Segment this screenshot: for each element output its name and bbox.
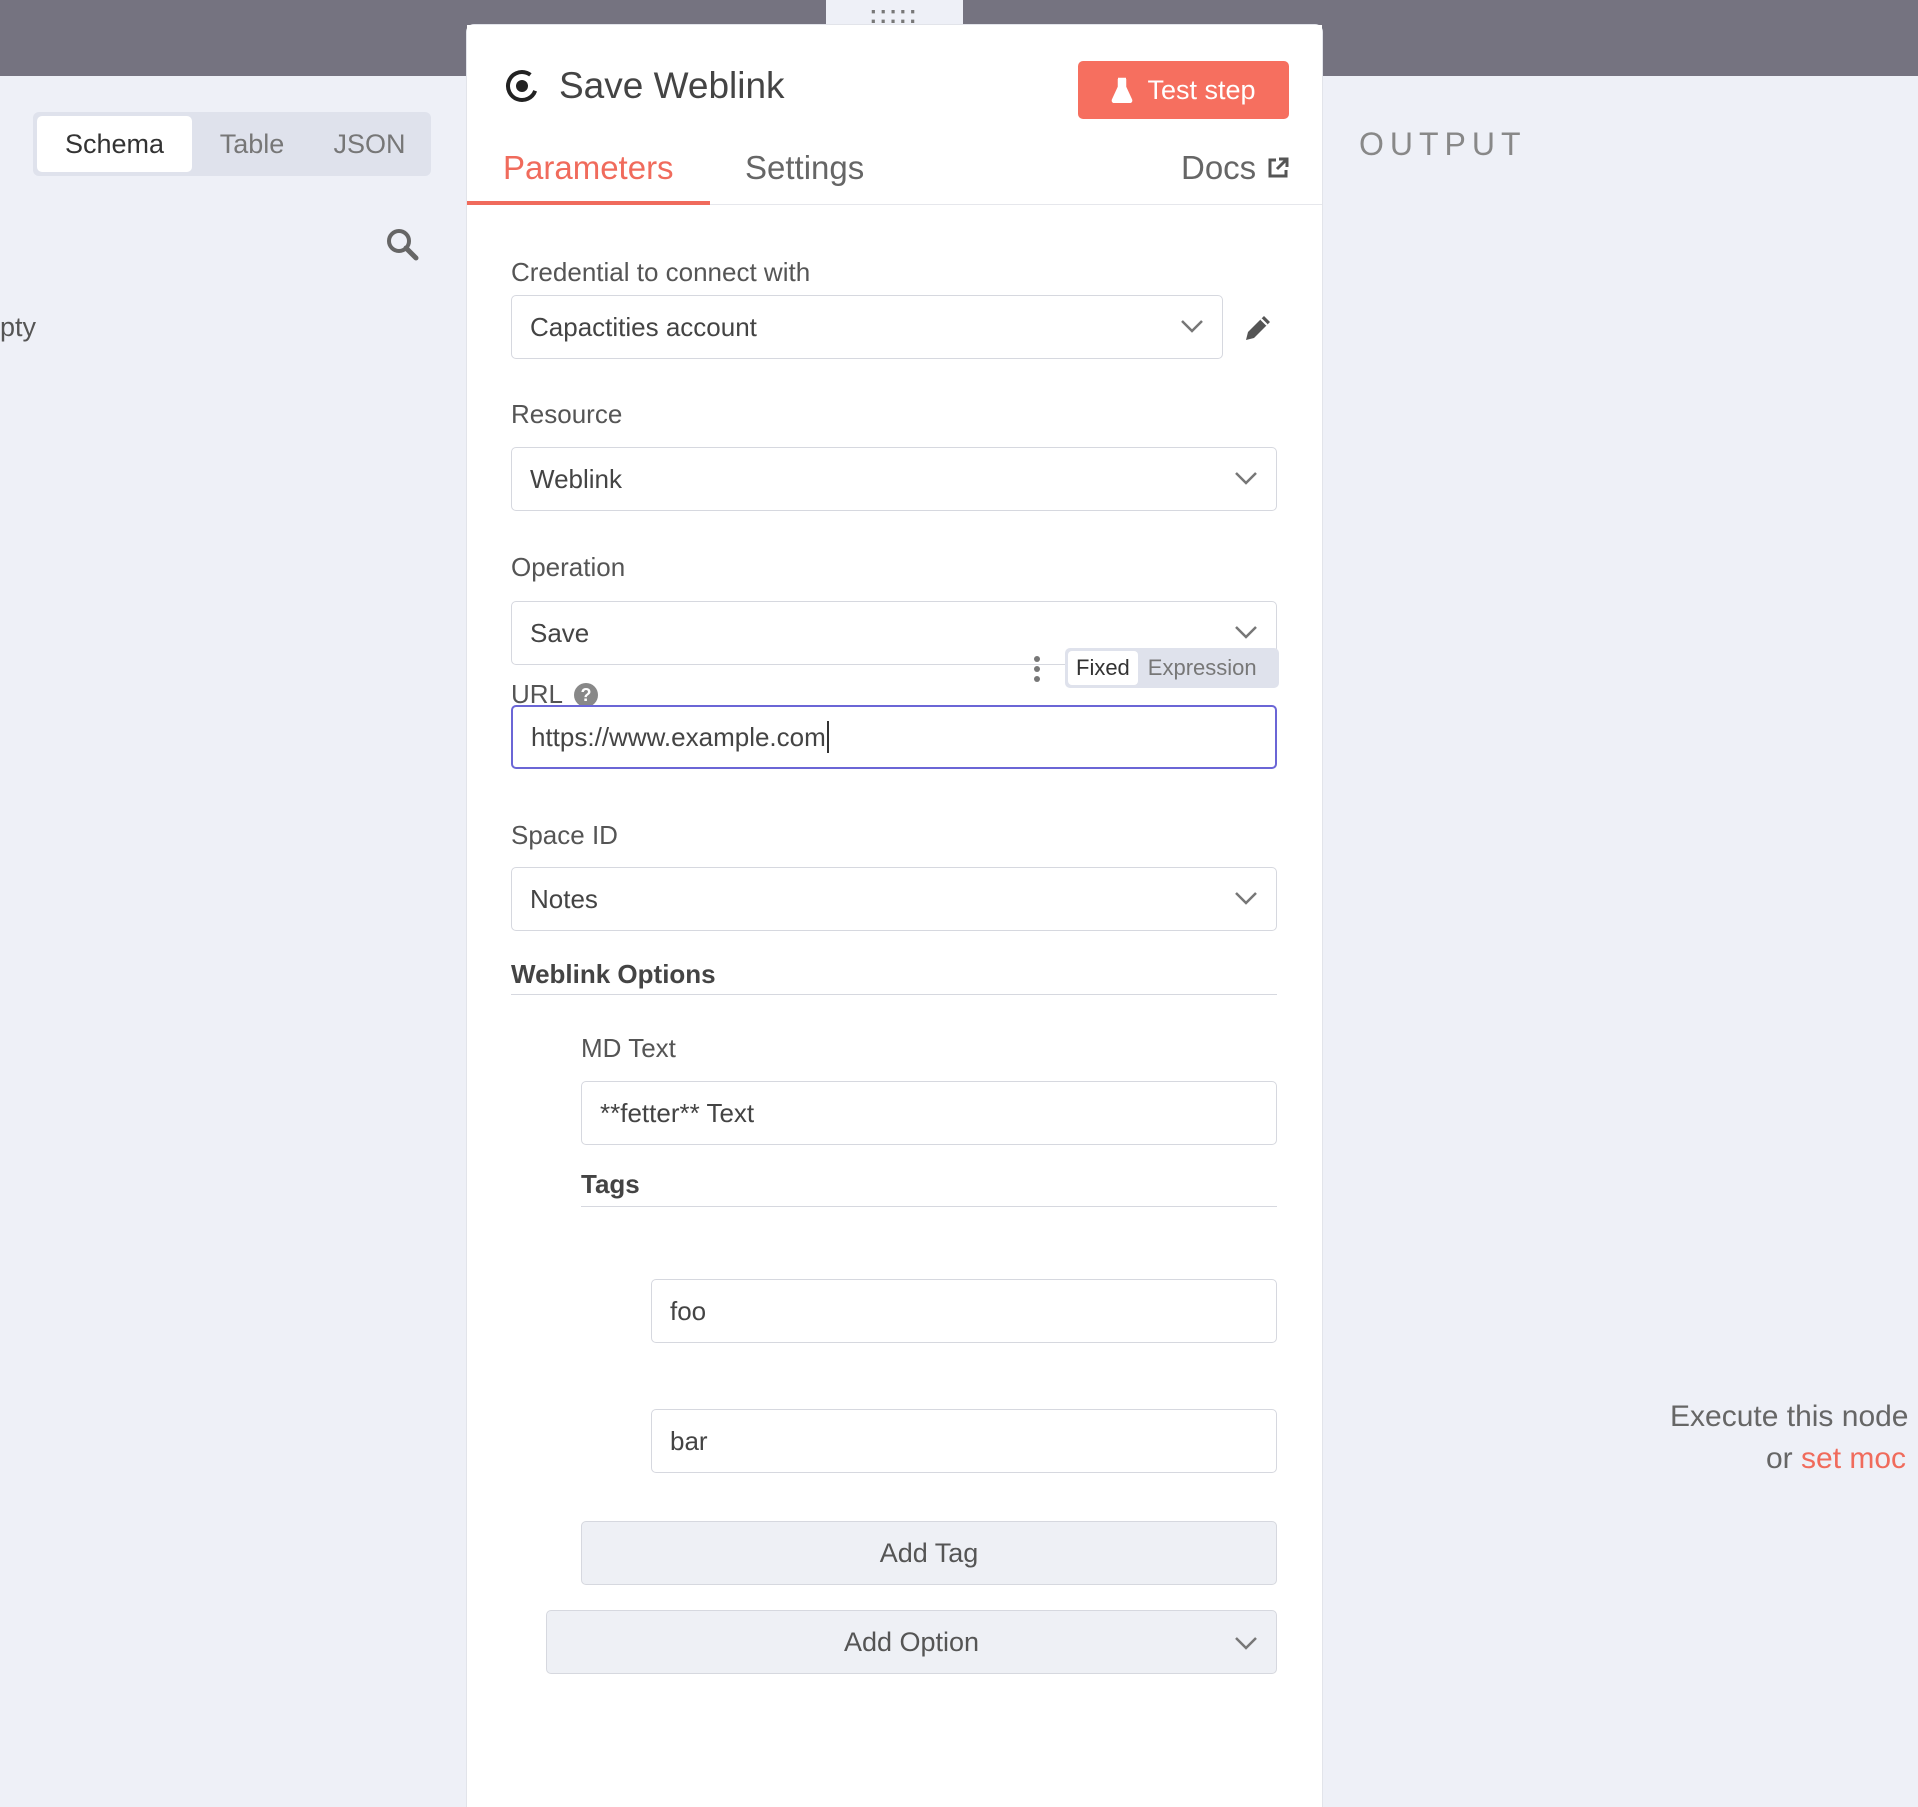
execute-hint: Execute this node or set moc [1670, 1396, 1909, 1480]
md-text-label: MD Text [581, 1033, 676, 1063]
tag-value: foo [670, 1295, 707, 1326]
md-text-input[interactable]: **fetter** Text [581, 1081, 1277, 1145]
grip-icon: ⁚⁚⁚⁚⁚ [869, 7, 920, 27]
tags-title: Tags [581, 1169, 640, 1199]
space-id-select[interactable]: Notes [511, 867, 1277, 931]
space-id-label: Space ID [511, 820, 618, 850]
resource-value: Weblink [530, 463, 623, 494]
weblink-options-title: Weblink Options [511, 959, 716, 989]
search-icon[interactable] [384, 226, 420, 262]
md-text-value: **fetter** Text [600, 1097, 755, 1128]
output-title: OUTPUT [1359, 126, 1527, 162]
chevron-down-icon [1235, 1637, 1257, 1650]
tag-input[interactable]: foo [651, 1279, 1277, 1343]
execute-hint-line1: Execute this node [1670, 1400, 1909, 1433]
docs-link[interactable]: Docs [1181, 149, 1290, 187]
test-step-label: Test step [1147, 74, 1256, 105]
execute-hint-prefix: or [1766, 1442, 1802, 1475]
capacities-logo-icon [506, 70, 538, 102]
chevron-down-icon [1235, 626, 1257, 639]
node-title: Save Weblink [559, 65, 785, 106]
value-mode-toggle: Fixed Expression [1065, 648, 1279, 688]
credential-select[interactable]: Capactities account [511, 295, 1223, 359]
flask-icon [1112, 77, 1133, 103]
more-options-icon[interactable] [1032, 655, 1042, 683]
chevron-down-icon [1181, 320, 1203, 333]
mode-fixed[interactable]: Fixed [1068, 651, 1138, 685]
panel-header: Save Weblink Test step Parameters Settin… [467, 25, 1322, 205]
tag-input[interactable]: bar [651, 1409, 1277, 1473]
tags-divider [581, 1206, 1277, 1207]
test-step-button[interactable]: Test step [1078, 61, 1289, 119]
tab-json[interactable]: JSON [312, 116, 427, 172]
mode-expression[interactable]: Expression [1138, 651, 1267, 685]
tab-table[interactable]: Table [192, 116, 312, 172]
resource-label: Resource [511, 399, 623, 429]
docs-label: Docs [1181, 149, 1257, 186]
chevron-down-icon [1235, 892, 1257, 905]
add-option-button[interactable]: Add Option [546, 1610, 1277, 1674]
add-tag-button[interactable]: Add Tag [581, 1521, 1277, 1585]
app-canvas: Schema Table JSON pty OUTPUT Execute thi… [0, 0, 1918, 1807]
text-caret [826, 721, 829, 753]
tab-settings[interactable]: Settings [745, 149, 864, 187]
credential-label: Credential to connect with [511, 257, 811, 287]
space-id-value: Notes [530, 883, 598, 914]
help-icon[interactable]: ? [573, 682, 599, 708]
section-divider [511, 994, 1277, 995]
set-mock-link[interactable]: set moc [1801, 1442, 1906, 1475]
empty-message: pty [0, 312, 37, 342]
resource-select[interactable]: Weblink [511, 447, 1277, 511]
tab-schema[interactable]: Schema [37, 116, 192, 172]
pencil-icon[interactable] [1241, 311, 1275, 345]
operation-value: Save [530, 617, 590, 648]
external-link-icon [1268, 157, 1289, 178]
active-tab-indicator [467, 201, 710, 205]
chevron-down-icon [1235, 472, 1257, 485]
tag-value: bar [670, 1425, 708, 1456]
add-option-label: Add Option [843, 1626, 980, 1657]
view-mode-switch: Schema Table JSON [33, 112, 431, 176]
node-settings-panel: Save Weblink Test step Parameters Settin… [466, 24, 1323, 1807]
operation-label: Operation [511, 552, 626, 582]
svg-text:?: ? [581, 685, 592, 705]
credential-value: Capactities account [530, 311, 757, 342]
url-input[interactable]: https://www.example.com [511, 705, 1277, 769]
url-value: https://www.example.com [531, 721, 826, 752]
tab-parameters[interactable]: Parameters [503, 149, 674, 187]
